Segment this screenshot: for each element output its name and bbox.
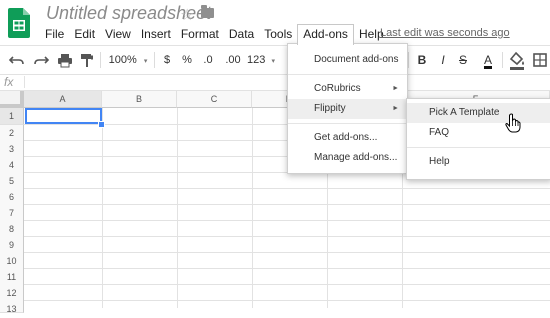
submenu-arrow-icon: ► [392, 105, 399, 112]
menu-data[interactable]: Data [224, 24, 259, 44]
grid-line [24, 300, 550, 301]
strikethrough-button[interactable]: S [456, 46, 470, 74]
menu-add-ons[interactable]: Add-ons [297, 23, 354, 45]
menu-separator [288, 123, 407, 124]
menu-item-label: Help [429, 156, 450, 167]
row-header[interactable]: 12 [0, 285, 24, 302]
menu-item-label: Pick A Template [429, 107, 500, 118]
menu-insert[interactable]: Insert [136, 24, 176, 44]
grid-line [252, 108, 253, 308]
toolbar: 100% ▾ $ % .0 .00 123 ▾ B I S A [0, 45, 550, 75]
star-icon[interactable]: ☆ [180, 5, 194, 25]
borders-icon[interactable] [532, 46, 548, 74]
more-formats-label: 123 [247, 54, 266, 66]
text-color-button[interactable]: A [480, 46, 496, 74]
zoom-select[interactable]: 100% ▾ [106, 46, 150, 74]
menu-item-get-add-ons[interactable]: Get add-ons... [288, 128, 407, 148]
menu-item-label: CoRubrics [314, 83, 361, 94]
menu-separator [288, 74, 407, 75]
menu-format[interactable]: Format [176, 24, 224, 44]
row-header[interactable]: 9 [0, 237, 24, 254]
add-ons-menu: Document add-ons CoRubrics ► Flippity ► … [287, 43, 408, 174]
currency-button[interactable]: $ [160, 46, 174, 74]
formula-bar-separator [24, 76, 25, 88]
percent-button[interactable]: % [180, 46, 194, 74]
grid-line [24, 268, 550, 269]
bold-button[interactable]: B [414, 46, 430, 74]
grid-line [24, 188, 550, 189]
row-header[interactable]: 5 [0, 173, 24, 190]
menu-file[interactable]: File [40, 24, 69, 44]
chevron-down-icon: ▾ [143, 58, 148, 65]
menu-item-label: Get add-ons... [314, 132, 378, 143]
grid-line [24, 236, 550, 237]
italic-button[interactable]: I [436, 46, 450, 74]
menu-item-document-add-ons[interactable]: Document add-ons [288, 50, 407, 70]
toolbar-separator [502, 52, 503, 68]
toolbar-separator [154, 52, 155, 68]
zoom-value: 100% [108, 54, 137, 66]
menu-item-label: Flippity [314, 103, 346, 114]
hand-pointer-cursor-icon [505, 113, 521, 133]
redo-icon[interactable] [32, 46, 50, 74]
column-header[interactable]: B [102, 91, 177, 108]
toolbar-separator [408, 52, 409, 68]
undo-icon[interactable] [8, 46, 26, 74]
menu-item-label: FAQ [429, 127, 450, 138]
selected-cell-a1[interactable] [25, 108, 102, 124]
menu-tools[interactable]: Tools [259, 24, 297, 44]
grid-line [24, 204, 550, 205]
column-header[interactable]: A [24, 91, 102, 108]
row-header[interactable]: 10 [0, 253, 24, 270]
menu-edit[interactable]: Edit [69, 24, 100, 44]
menu-view[interactable]: View [100, 24, 136, 44]
row-header[interactable]: 2 [0, 125, 24, 142]
grid-line [177, 108, 178, 308]
grid-line [24, 220, 550, 221]
menu-item-help[interactable]: Help [407, 152, 550, 172]
grid-line [24, 252, 550, 253]
menubar: File Edit View Insert Format Data Tools … [40, 23, 389, 45]
select-all-corner[interactable] [0, 91, 24, 108]
menu-item-manage-add-ons[interactable]: Manage add-ons... [288, 148, 407, 168]
grid-line [24, 284, 550, 285]
last-edit-link[interactable]: Last edit was seconds ago [380, 27, 510, 39]
grid-line [102, 108, 103, 308]
fx-label: fx [4, 75, 14, 89]
menu-item-pick-a-template[interactable]: Pick A Template [407, 103, 550, 123]
row-header[interactable]: 7 [0, 205, 24, 222]
increase-decimals-button[interactable]: .00 [222, 46, 244, 74]
row-header[interactable]: 4 [0, 157, 24, 174]
flippity-submenu: Pick A Template FAQ Help [406, 98, 550, 180]
menu-item-corubrics[interactable]: CoRubrics ► [288, 79, 407, 99]
chevron-down-icon: ▾ [271, 58, 275, 65]
column-header[interactable]: C [177, 91, 252, 108]
row-header[interactable]: 3 [0, 141, 24, 158]
menu-separator [407, 147, 550, 148]
row-header[interactable]: 8 [0, 221, 24, 238]
menu-item-label: Document add-ons [314, 54, 399, 65]
menu-item-label: Manage add-ons... [314, 152, 398, 163]
formula-bar: fx [0, 74, 550, 91]
menu-item-faq[interactable]: FAQ [407, 123, 550, 143]
more-formats-select[interactable]: 123 ▾ [246, 46, 276, 74]
decrease-decimals-button[interactable]: .0 [198, 46, 218, 74]
row-header[interactable]: 11 [0, 269, 24, 286]
paint-format-icon[interactable] [78, 46, 96, 74]
submenu-arrow-icon: ► [392, 85, 399, 92]
row-header[interactable]: 1 [0, 108, 24, 125]
print-icon[interactable] [56, 46, 74, 74]
fill-color-icon[interactable] [508, 46, 526, 74]
row-header[interactable]: 6 [0, 189, 24, 206]
row-header[interactable]: 13 [0, 301, 24, 314]
toolbar-separator [100, 52, 101, 68]
menu-item-flippity[interactable]: Flippity ► [288, 99, 407, 119]
google-sheets-logo-icon[interactable] [8, 8, 30, 38]
folder-icon[interactable] [201, 5, 214, 18]
fill-handle[interactable] [98, 121, 105, 128]
formula-input[interactable] [30, 74, 540, 90]
